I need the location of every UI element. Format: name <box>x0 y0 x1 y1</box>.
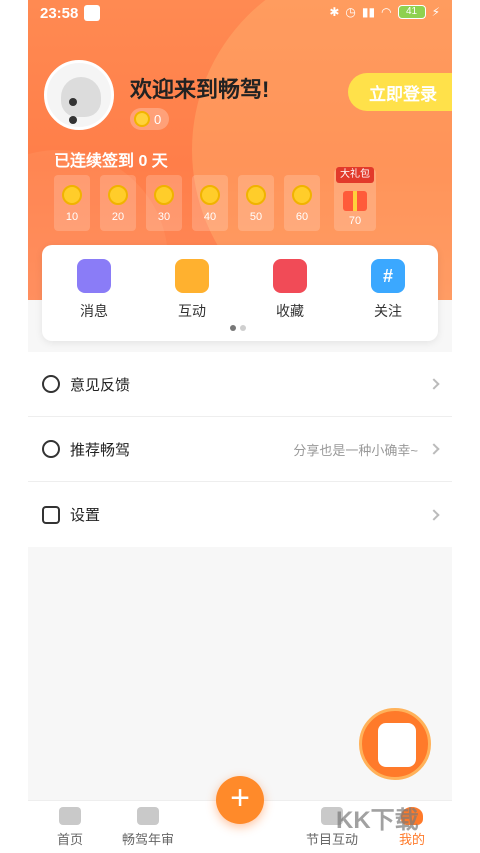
checkin-day[interactable]: 50 <box>238 175 274 231</box>
menu-item-label: 意见反馈 <box>70 376 131 394</box>
gift-reward: 70 <box>348 215 362 227</box>
wifi-icon: ◠ <box>381 5 392 19</box>
quick-action-label: 关注 <box>374 303 402 319</box>
add-button[interactable]: + <box>216 776 264 824</box>
chevron-right-icon <box>428 378 440 390</box>
menu-item-label: 设置 <box>70 507 101 524</box>
checkin-streak: 已连续签到 0 天 <box>54 153 168 170</box>
phone-frame: 23:58 ✱ ◷ ▮▮ ◠ 41 ⚡ 欢迎来到畅驾! 0 立即登录 已连续签到… <box>28 0 452 853</box>
coin-icon <box>200 185 220 205</box>
alarm-icon: ◷ <box>345 5 356 19</box>
checkin-gift[interactable]: 大礼包 70 <box>334 167 376 231</box>
watermark-text: KK下载 <box>336 807 419 834</box>
heart-icon <box>273 259 307 293</box>
settings-icon <box>42 505 60 524</box>
tab-home[interactable]: 首页 <box>28 807 112 848</box>
bluetooth-icon: ✱ <box>329 5 340 19</box>
quick-action-follow[interactable]: # 关注 <box>348 259 428 321</box>
tab-annual-review[interactable]: 畅驾年审 <box>106 807 190 848</box>
quick-action-label: 互动 <box>178 303 206 319</box>
coin-icon <box>154 185 174 205</box>
menu-item-feedback[interactable]: 意见反馈 <box>28 352 452 417</box>
coin-count: 0 <box>154 111 162 127</box>
feedback-icon <box>42 375 60 393</box>
floating-mascot-button[interactable] <box>359 708 431 780</box>
gift-tag: 大礼包 <box>336 167 374 183</box>
chevron-right-icon <box>428 508 440 521</box>
menu-item-recommend[interactable]: 推荐畅驾 分享也是一种小确幸~ <box>28 417 452 482</box>
coin-balance[interactable]: 0 <box>130 108 170 130</box>
hash-icon: # <box>371 259 405 293</box>
checkin-reward: 50 <box>249 211 263 223</box>
bell-icon <box>77 259 111 293</box>
quick-action-label: 收藏 <box>276 303 304 319</box>
checkin-day[interactable]: 20 <box>100 175 136 231</box>
chat-icon <box>175 259 209 293</box>
menu-item-subtitle: 分享也是一种小确幸~ <box>293 442 418 458</box>
chevron-right-icon <box>428 443 440 455</box>
share-icon <box>42 440 60 458</box>
quick-action-label: 消息 <box>80 303 108 319</box>
menu-item-label: 推荐畅驾 <box>70 441 131 459</box>
quick-action-messages[interactable]: 消息 <box>54 259 134 321</box>
checkin-reward: 40 <box>203 211 217 223</box>
mascot-icon <box>378 723 416 767</box>
checkin-day[interactable]: 10 <box>54 175 90 231</box>
avatar-eyes <box>69 93 93 124</box>
home-icon <box>59 807 81 825</box>
quick-actions-card: 消息 互动 收藏 # 关注 <box>42 245 438 341</box>
coin-icon <box>292 185 312 205</box>
checkin-reward: 60 <box>295 211 309 223</box>
status-icons: ✱ ◷ ▮▮ ◠ 41 ⚡ <box>329 5 440 19</box>
coin-icon <box>246 185 266 205</box>
status-bar: 23:58 ✱ ◷ ▮▮ ◠ 41 ⚡ <box>28 0 452 28</box>
menu-item-settings[interactable]: 设置 <box>28 482 452 547</box>
coin-icon <box>134 111 150 127</box>
checkin-day[interactable]: 30 <box>146 175 182 231</box>
checkin-reward: 30 <box>157 211 171 223</box>
welcome-text: 欢迎来到畅驾! <box>130 77 270 102</box>
charging-icon: ⚡ <box>431 5 440 19</box>
page-indicator <box>230 325 246 331</box>
battery-icon: 41 <box>397 5 426 19</box>
checkin-reward: 10 <box>65 211 79 223</box>
quick-action-favorites[interactable]: 收藏 <box>250 259 330 321</box>
app-screen: 23:58 ✱ ◷ ▮▮ ◠ 41 ⚡ 欢迎来到畅驾! 0 立即登录 已连续签到… <box>0 0 480 853</box>
checkin-day[interactable]: 40 <box>192 175 228 231</box>
login-button[interactable]: 立即登录 <box>348 73 452 111</box>
checkin-reward: 20 <box>111 211 125 223</box>
settings-list: 意见反馈 推荐畅驾 分享也是一种小确幸~ 设置 <box>28 352 452 547</box>
coin-icon <box>108 185 128 205</box>
coin-icon <box>62 185 82 205</box>
checkin-days: 10 20 30 40 50 60 大礼包 70 <box>54 167 404 231</box>
avatar[interactable] <box>44 60 114 130</box>
signal-icon: ▮▮ <box>361 5 376 19</box>
tab-label: 首页 <box>56 832 83 847</box>
checkin-day[interactable]: 60 <box>284 175 320 231</box>
gift-icon <box>343 191 367 211</box>
notification-icon <box>84 5 100 21</box>
status-time: 23:58 <box>40 5 79 22</box>
tab-label: 畅驾年审 <box>121 832 174 847</box>
car-icon <box>137 807 159 825</box>
quick-action-interact[interactable]: 互动 <box>152 259 232 321</box>
